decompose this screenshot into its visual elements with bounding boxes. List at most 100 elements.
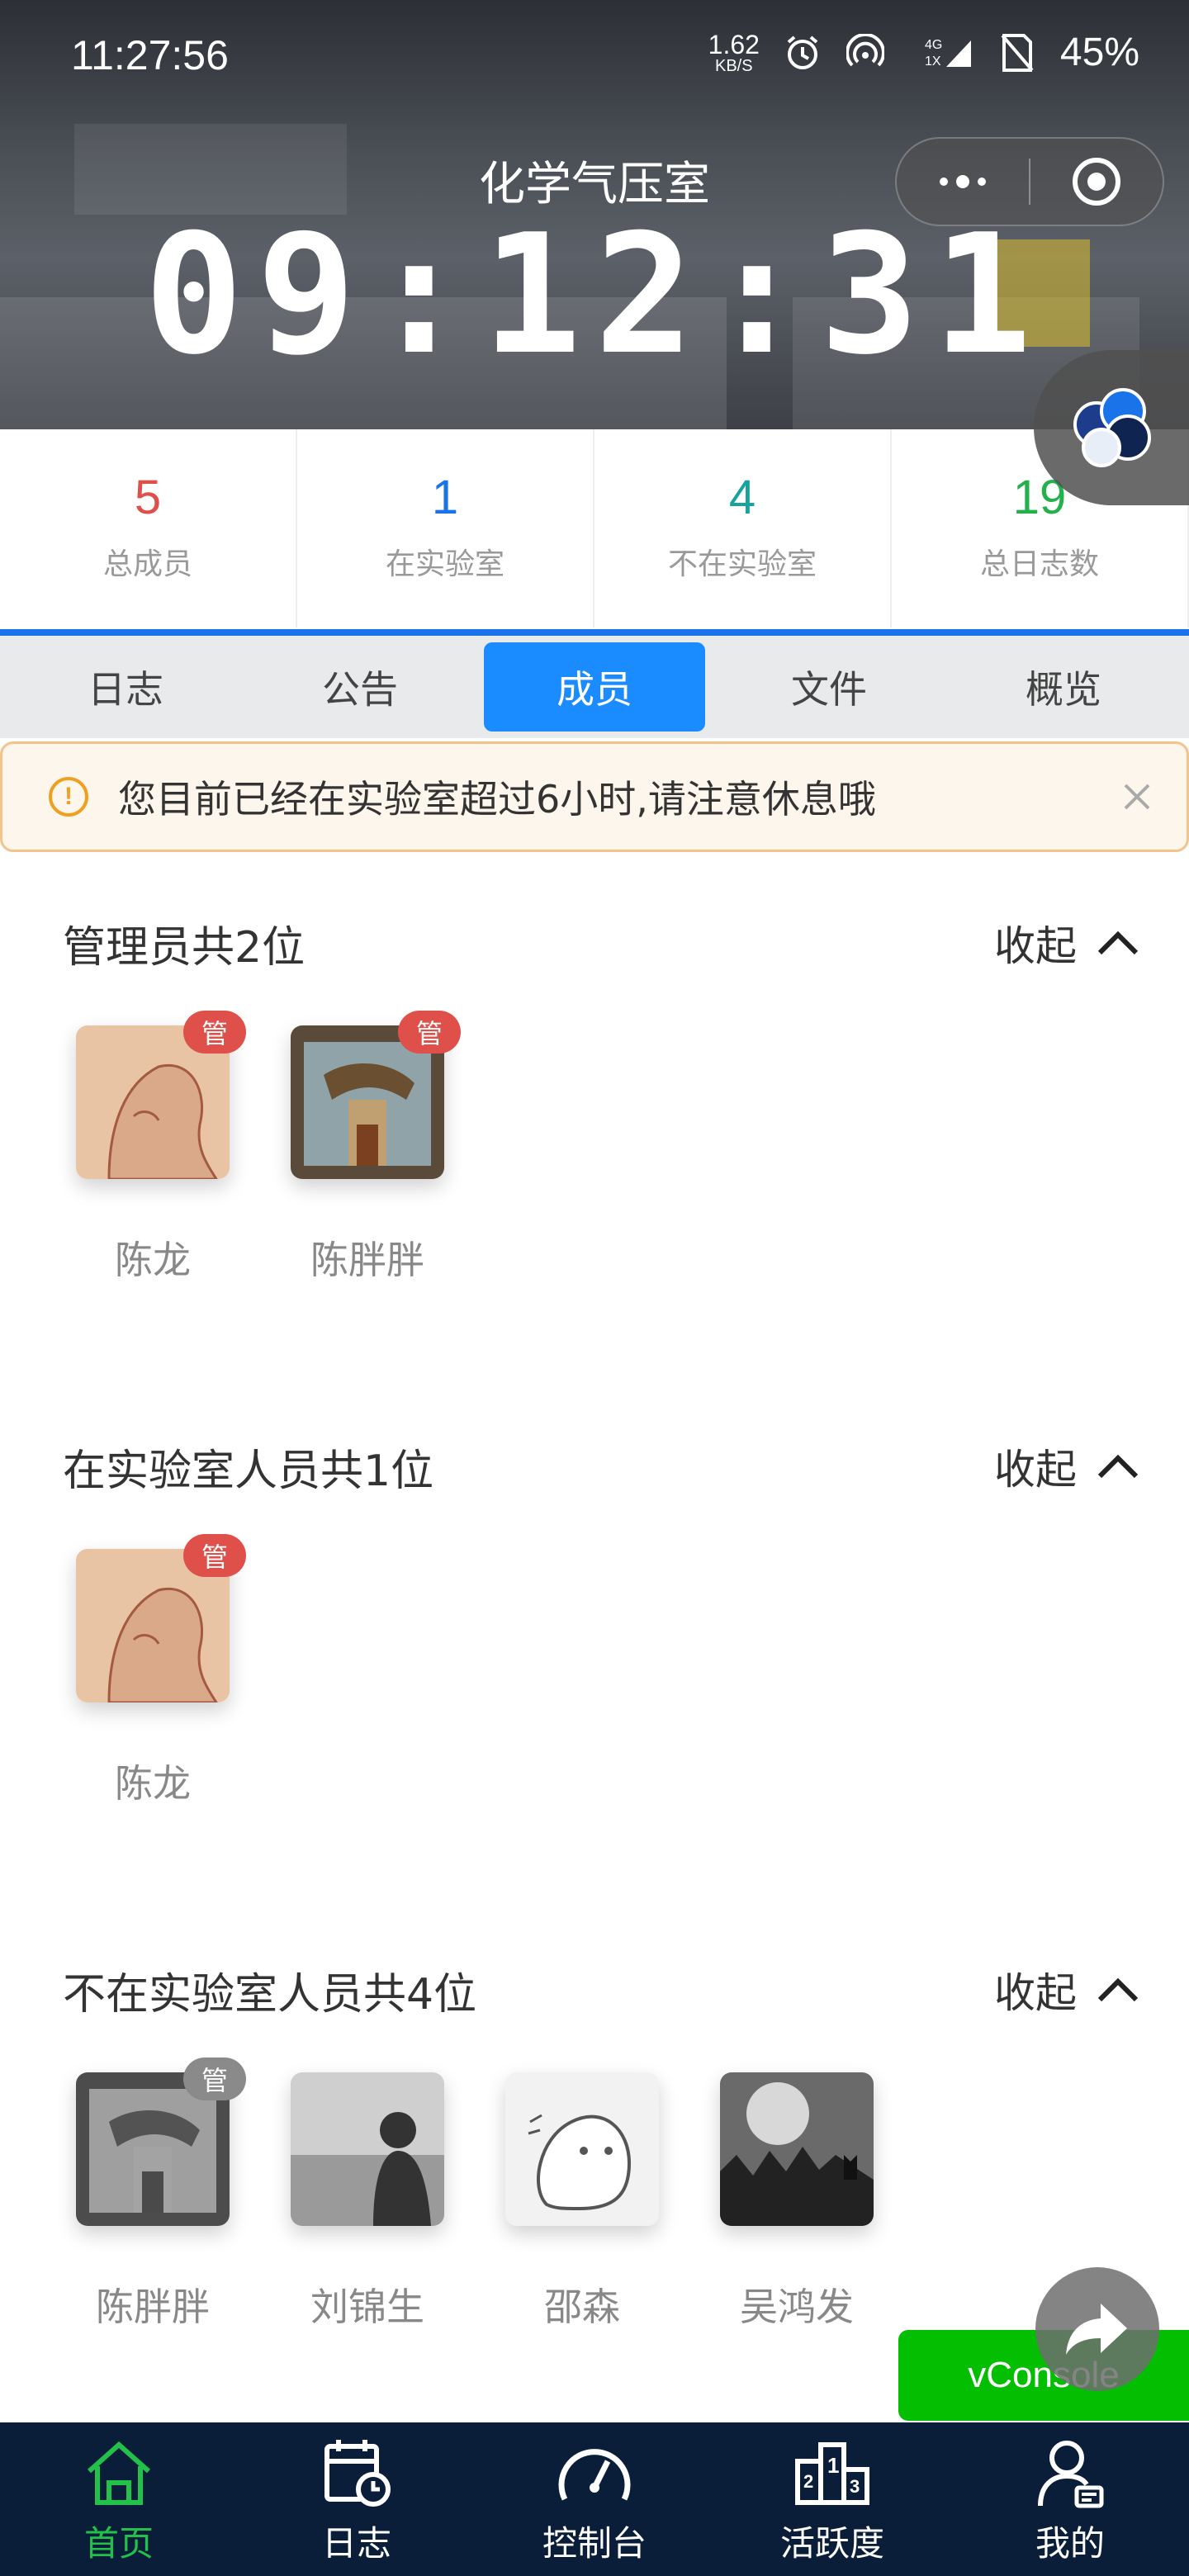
close-icon[interactable] — [1112, 772, 1162, 822]
status-time: 11:27:56 — [71, 32, 229, 78]
member-name: 邵森 — [544, 2285, 620, 2329]
stat-label: 总日志数 — [979, 547, 1099, 581]
member-list: 管 陈龙 — [0, 1534, 1189, 1808]
warning-icon: ! — [49, 777, 88, 817]
share-button[interactable] — [1035, 2267, 1159, 2391]
section-header: 管理员共2位 收起 — [0, 885, 1189, 1001]
battery-level: 45% — [1059, 31, 1139, 74]
more-menu-icon[interactable] — [897, 139, 1029, 225]
nav-label: 活跃度 — [779, 2522, 884, 2564]
member-card[interactable]: 管 陈胖胖 — [76, 2057, 246, 2332]
chevron-up-icon — [1097, 1977, 1139, 2002]
user-icon — [1030, 2433, 1110, 2512]
collapse-label: 收起 — [994, 1446, 1077, 1494]
stat-value: 5 — [134, 471, 162, 524]
collapse-toggle[interactable]: 收起 — [994, 1437, 1139, 1496]
avatar — [291, 2072, 444, 2226]
collapse-toggle[interactable]: 收起 — [994, 1960, 1139, 2020]
nav-label: 日志 — [321, 2522, 391, 2564]
svg-text:1X: 1X — [925, 54, 941, 69]
admin-badge: 管 — [183, 1534, 246, 1577]
stat-label: 在实验室 — [385, 547, 504, 581]
stat-value: 1 — [431, 471, 459, 524]
header-banner: 11:27:56 1.62 KB/S 4G 1X 45% 化学气压室 09:12:… — [0, 0, 1189, 429]
member-card[interactable]: 管 陈龙 — [76, 1011, 246, 1285]
calendar-clock-icon — [317, 2433, 396, 2512]
admin-badge: 管 — [183, 2057, 246, 2100]
tab-members[interactable]: 成员 — [484, 642, 705, 732]
tab-bar: 日志 公告 成员 文件 概览 — [0, 629, 1189, 738]
alarm-icon — [783, 33, 822, 73]
member-name: 陈龙 — [115, 1761, 191, 1806]
section-in-lab: 在实验室人员共1位 收起 管 陈龙 — [0, 1409, 1189, 1808]
member-list: 管 陈龙 管 陈胖胖 — [0, 1011, 1189, 1285]
svg-text:1: 1 — [827, 2453, 839, 2478]
svg-text:3: 3 — [850, 2476, 860, 2497]
mini-program-capsule — [895, 137, 1164, 226]
bottom-nav: 首页 日志 控制台 12 3 活跃度 我的 — [0, 2422, 1189, 2576]
section-header: 不在实验室人员共4位 收起 — [0, 1932, 1189, 2048]
nav-label: 控制台 — [542, 2522, 647, 2564]
stats-bar: 5 总成员 1 在实验室 4 不在实验室 19 总日志数 — [0, 429, 1189, 627]
svg-text:4G: 4G — [925, 38, 942, 52]
collapse-label: 收起 — [994, 922, 1077, 970]
tab-logs[interactable]: 日志 — [15, 642, 236, 732]
rest-reminder-notice: ! 您目前已经在实验室超过6小时,请注意休息哦 — [0, 741, 1189, 852]
stat-label: 总成员 — [102, 547, 192, 581]
member-card[interactable]: 吴鸿发 — [720, 2072, 874, 2332]
close-target-icon[interactable] — [1030, 139, 1163, 225]
admin-badge: 管 — [398, 1011, 461, 1054]
member-card[interactable]: 邵森 — [505, 2072, 659, 2332]
stat-label: 不在实验室 — [667, 547, 817, 581]
collapse-label: 收起 — [994, 1969, 1077, 2017]
lab-timer: 09:12:31 — [144, 199, 1045, 391]
share-arrow-icon — [1066, 2304, 1127, 2355]
tab-overview[interactable]: 概览 — [953, 642, 1174, 732]
chevron-up-icon — [1097, 1454, 1139, 1479]
avatar — [505, 2072, 659, 2226]
app-logo-icon — [1073, 388, 1151, 467]
admin-badge: 管 — [183, 1011, 246, 1054]
tab-files[interactable]: 文件 — [718, 642, 940, 732]
status-indicators: 1.62 KB/S 4G 1X 45% — [708, 30, 1139, 75]
no-sim-icon — [997, 33, 1037, 73]
stat-in-lab[interactable]: 1 在实验室 — [297, 429, 594, 627]
nav-profile[interactable]: 我的 — [951, 2422, 1189, 2576]
avatar — [720, 2072, 874, 2226]
stat-total-members[interactable]: 5 总成员 — [0, 429, 297, 627]
member-name: 陈胖胖 — [310, 1238, 424, 1282]
section-title: 管理员共2位 — [63, 922, 306, 973]
collapse-toggle[interactable]: 收起 — [994, 913, 1139, 973]
nav-label: 首页 — [83, 2522, 154, 2564]
member-card[interactable]: 管 陈胖胖 — [291, 1011, 461, 1285]
net-speed-value: 1.62 — [708, 29, 760, 59]
member-card[interactable]: 管 陈龙 — [76, 1534, 246, 1808]
gauge-icon — [555, 2433, 634, 2512]
member-card[interactable]: 刘锦生 — [291, 2072, 444, 2332]
stat-value: 4 — [728, 471, 756, 524]
chevron-up-icon — [1097, 930, 1139, 955]
section-title: 不在实验室人员共4位 — [63, 1969, 477, 2020]
signal-icon: 4G 1X — [908, 33, 974, 73]
section-title: 在实验室人员共1位 — [63, 1446, 434, 1496]
section-not-in-lab: 不在实验室人员共4位 收起 管 陈胖胖 刘锦生 邵森 吴鸿发 — [0, 1932, 1189, 2332]
nav-console[interactable]: 控制台 — [476, 2422, 713, 2576]
member-name: 刘锦生 — [310, 2285, 424, 2329]
stat-not-in-lab[interactable]: 4 不在实验室 — [594, 429, 892, 627]
hotspot-icon — [846, 33, 885, 73]
section-header: 在实验室人员共1位 收起 — [0, 1409, 1189, 1524]
member-name: 吴鸿发 — [740, 2285, 854, 2329]
svg-text:2: 2 — [803, 2471, 813, 2492]
podium-icon: 12 3 — [793, 2433, 872, 2512]
tab-announcements[interactable]: 公告 — [249, 642, 471, 732]
floating-logo-button[interactable] — [1034, 350, 1189, 505]
member-name: 陈龙 — [115, 1238, 191, 1282]
member-list: 管 陈胖胖 刘锦生 邵森 吴鸿发 — [0, 2057, 1189, 2332]
net-speed: 1.62 KB/S — [708, 31, 760, 74]
nav-label: 我的 — [1035, 2522, 1105, 2564]
section-admins: 管理员共2位 收起 管 陈龙 管 陈胖胖 — [0, 885, 1189, 1285]
nav-home[interactable]: 首页 — [0, 2422, 238, 2576]
nav-activity[interactable]: 12 3 活跃度 — [713, 2422, 951, 2576]
net-speed-unit: KB/S — [714, 56, 753, 75]
nav-logs[interactable]: 日志 — [238, 2422, 476, 2576]
